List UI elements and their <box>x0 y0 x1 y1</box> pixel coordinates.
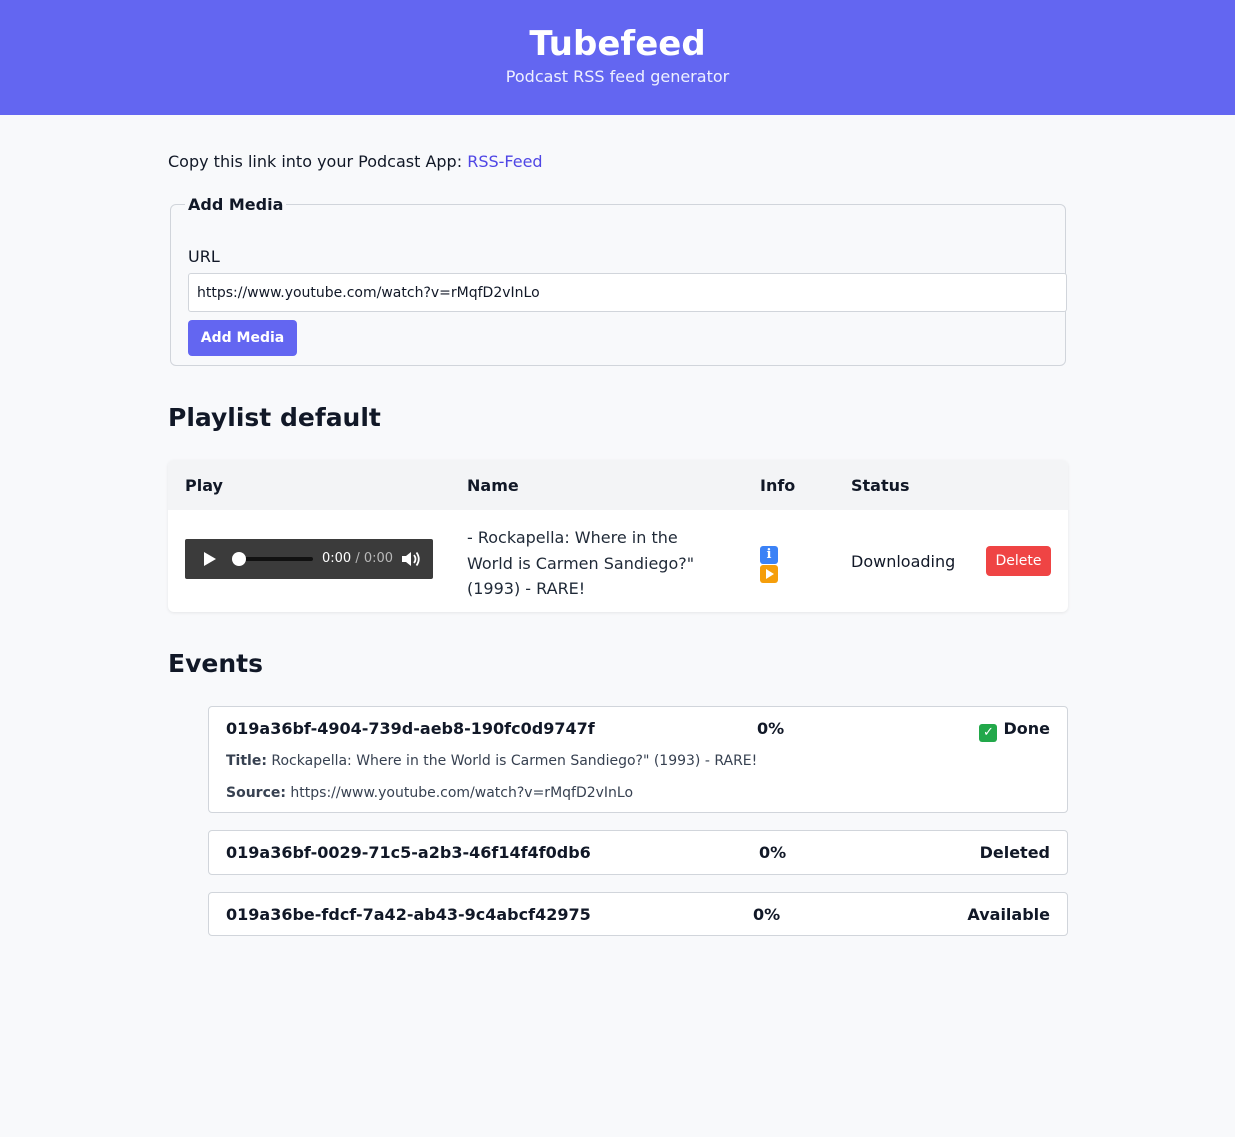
feed-link-line: Copy this link into your Podcast App: RS… <box>168 152 543 171</box>
url-label: URL <box>188 247 220 266</box>
playlist-table: Play Name Info Status 0:00 / 0:00 - Rock… <box>168 460 1068 612</box>
event-status: ✓ Done <box>979 719 1050 742</box>
event-id: 019a36be-fdcf-7a42-ab43-9c4abcf42975 <box>226 905 591 924</box>
event-source-line: Source: https://www.youtube.com/watch?v=… <box>226 785 633 801</box>
feed-link-prefix: Copy this link into your Podcast App: <box>168 152 463 171</box>
app-header: Tubefeed Podcast RSS feed generator <box>0 0 1235 115</box>
play-icon[interactable] <box>204 552 216 566</box>
event-card: 019a36be-fdcf-7a42-ab43-9c4abcf42975 0% … <box>208 892 1068 936</box>
info-icon[interactable]: i <box>760 546 778 564</box>
player-time: 0:00 / 0:00 <box>322 551 393 566</box>
event-card: 019a36bf-4904-739d-aeb8-190fc0d9747f 0% … <box>208 706 1068 813</box>
audio-player[interactable]: 0:00 / 0:00 <box>185 539 433 579</box>
status-text: Downloading <box>851 552 956 571</box>
event-source-value: https://www.youtube.com/watch?v=rMqfD2vI… <box>290 785 634 801</box>
column-header-name: Name <box>467 476 519 495</box>
event-title-label: Title: <box>226 753 267 769</box>
rss-feed-link[interactable]: RSS-Feed <box>467 152 542 171</box>
play-icon[interactable] <box>760 565 778 583</box>
add-media-button[interactable]: Add Media <box>188 320 297 356</box>
event-title-line: Title: Rockapella: Where in the World is… <box>226 753 757 769</box>
table-row: 0:00 / 0:00 - Rockapella: Where in the W… <box>168 510 1068 612</box>
check-icon: ✓ <box>979 724 998 742</box>
add-media-form: Add Media URL Add Media <box>170 195 1067 366</box>
event-id: 019a36bf-4904-739d-aeb8-190fc0d9747f <box>226 719 595 738</box>
volume-icon[interactable] <box>401 551 421 567</box>
app-subtitle: Podcast RSS feed generator <box>505 67 730 86</box>
media-name: - Rockapella: Where in the World is Carm… <box>467 528 695 598</box>
duration: / 0:00 <box>355 551 394 566</box>
url-input[interactable] <box>188 273 1067 312</box>
event-title-value: Rockapella: Where in the World is Carmen… <box>271 753 758 769</box>
seek-handle[interactable] <box>232 552 246 566</box>
events-title: Events <box>168 649 263 678</box>
event-source-label: Source: <box>226 785 286 801</box>
add-media-legend: Add Media <box>188 195 284 214</box>
info-links: i <box>760 540 778 590</box>
current-time: 0:00 <box>322 551 352 566</box>
column-header-info: Info <box>760 476 796 495</box>
column-header-play: Play <box>185 476 223 495</box>
app-title: Tubefeed <box>529 24 706 64</box>
event-card: 019a36bf-0029-71c5-a2b3-46f14f4f0db6 0% … <box>208 830 1068 875</box>
column-header-status: Status <box>851 476 910 495</box>
playlist-title: Playlist default <box>168 403 381 432</box>
table-header: Play Name Info Status <box>168 460 1068 510</box>
event-status-label: Done <box>1003 719 1050 738</box>
delete-button[interactable]: Delete <box>986 546 1051 576</box>
seek-bar[interactable] <box>235 557 313 561</box>
event-status: Deleted <box>979 843 1050 862</box>
event-percent: 0% <box>759 843 787 862</box>
event-id: 019a36bf-0029-71c5-a2b3-46f14f4f0db6 <box>226 843 591 862</box>
event-percent: 0% <box>757 719 785 738</box>
event-percent: 0% <box>753 905 781 924</box>
event-status: Available <box>967 905 1050 924</box>
